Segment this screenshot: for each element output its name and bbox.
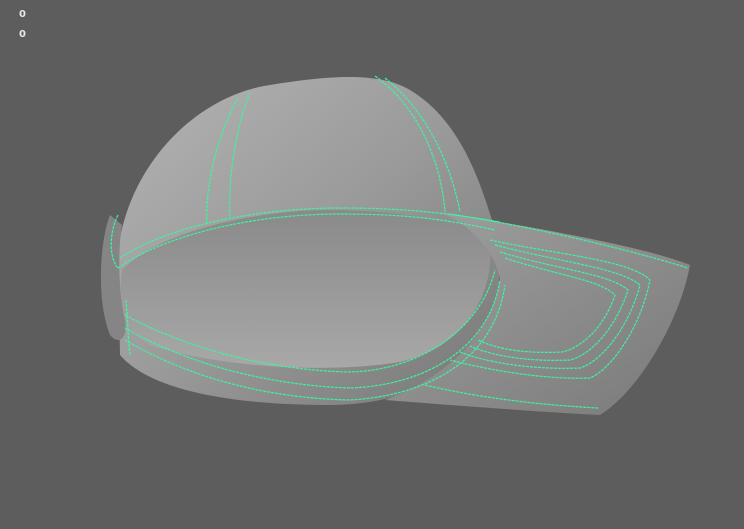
viewport-3d[interactable] bbox=[0, 0, 744, 529]
cap-model[interactable] bbox=[100, 75, 690, 415]
